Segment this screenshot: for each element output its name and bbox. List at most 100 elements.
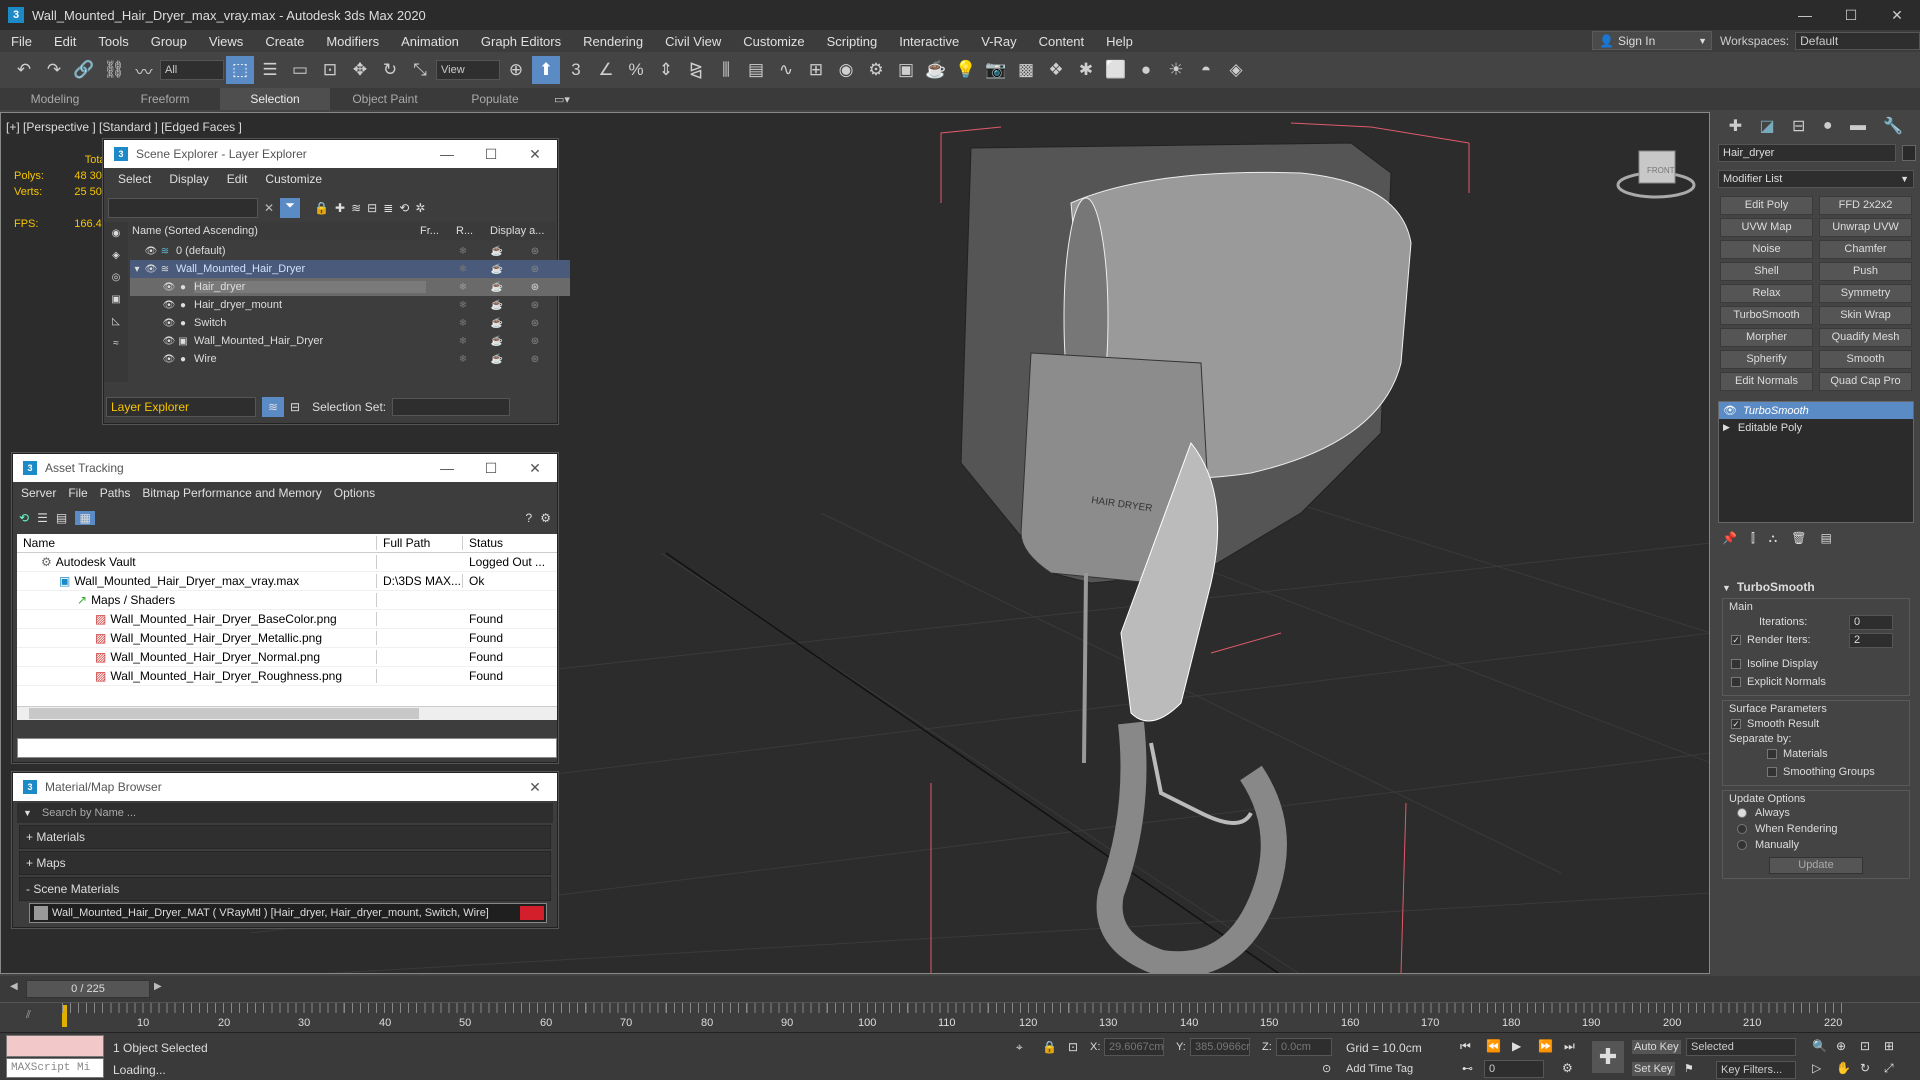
eye-icon[interactable]: 👁 <box>144 262 158 276</box>
zoom-extents-icon[interactable]: ⊡ <box>1860 1039 1870 1053</box>
move-icon[interactable]: ✥ <box>346 56 374 84</box>
tree-row[interactable]: 👁 ▣ Wall_Mounted_Hair_Dryer ❄ ☕ ⊛ <box>130 332 570 350</box>
key-selection-dropdown[interactable]: Selected <box>1686 1038 1796 1056</box>
menu-vray[interactable]: V-Ray <box>970 34 1027 49</box>
display-helpers-icon[interactable]: ◺ <box>109 314 123 328</box>
vray-sphere-icon[interactable]: ● <box>1132 56 1160 84</box>
section-maps[interactable]: + Maps <box>19 851 551 875</box>
asset-tracking-titlebar[interactable]: 3 Asset Tracking — ☐ ✕ <box>13 454 557 482</box>
se-menu-display[interactable]: Display <box>169 172 208 186</box>
zoom-all-icon[interactable]: ⊕ <box>1836 1039 1846 1053</box>
freeze-icon[interactable]: ❄ <box>456 298 470 312</box>
render-frame-icon[interactable]: ▣ <box>892 56 920 84</box>
tree-row[interactable]: 👁 ● Hair_dryer ❄ ☕ ⊛ <box>130 278 570 296</box>
workspaces-dropdown[interactable]: Default <box>1795 31 1920 50</box>
render-setup-icon[interactable]: ⚙ <box>862 56 890 84</box>
at-menu-server[interactable]: Server <box>21 486 56 500</box>
freeze-icon[interactable]: ❄ <box>456 280 470 294</box>
manually-radio[interactable] <box>1737 840 1747 850</box>
bind-space-warp-icon[interactable]: 〰 <box>130 56 158 84</box>
vray-sun-icon[interactable]: ☀ <box>1162 56 1190 84</box>
col-status[interactable]: Status <box>463 536 557 550</box>
ribbon-options-icon[interactable]: ▭▾ <box>550 89 574 109</box>
table-row[interactable]: ▨ Wall_Mounted_Hair_Dryer_BaseColor.png F… <box>17 610 557 629</box>
expand-icon[interactable]: ▶ <box>1723 422 1730 433</box>
menu-views[interactable]: Views <box>198 34 254 49</box>
menu-help[interactable]: Help <box>1095 34 1144 49</box>
modifier-button[interactable]: Spherify <box>1720 350 1813 369</box>
section-scene-materials[interactable]: - Scene Materials <box>19 877 551 901</box>
col-name[interactable]: Name (Sorted Ascending) <box>130 225 420 237</box>
go-to-start-icon[interactable]: ⏮ <box>1460 1039 1471 1054</box>
time-slider[interactable]: 0 / 225 <box>26 980 150 998</box>
align-icon[interactable]: ⫼ <box>712 56 740 84</box>
col-render[interactable]: R... <box>456 225 490 237</box>
display-icon[interactable]: ⊛ <box>528 352 542 366</box>
se-menu-select[interactable]: Select <box>118 172 151 186</box>
render-iters-checkbox[interactable]: ✓ <box>1731 635 1741 645</box>
vray-light-icon[interactable]: 💡 <box>952 56 980 84</box>
search-input[interactable]: Search by Name ... <box>42 807 136 819</box>
y-coordinate-field[interactable]: 385.0966cr <box>1190 1038 1250 1056</box>
isoline-checkbox[interactable] <box>1731 659 1741 669</box>
spinner-snap-icon[interactable]: ⇕ <box>652 56 680 84</box>
configure-sets-icon[interactable]: ▤ <box>1820 531 1831 546</box>
eye-icon[interactable]: 👁 <box>144 244 158 258</box>
menu-content[interactable]: Content <box>1028 34 1096 49</box>
layers-icon[interactable]: ≋ <box>262 397 284 417</box>
tree-row[interactable]: 👁 ● Switch ❄ ☕ ⊛ <box>130 314 570 332</box>
menu-graph-editors[interactable]: Graph Editors <box>470 34 572 49</box>
zoom-icon[interactable]: 🔍 <box>1812 1039 1827 1053</box>
eye-icon[interactable]: 👁 <box>162 298 176 312</box>
pan-icon[interactable]: ✋ <box>1836 1061 1851 1075</box>
viewcube[interactable]: FRONT <box>1616 150 1696 199</box>
rollout-title[interactable]: ▼ TurboSmooth <box>1712 576 1920 598</box>
render-icon[interactable]: ☕ <box>490 262 504 276</box>
curve-editor-toggle-icon[interactable]: ⫽ <box>26 1009 31 1022</box>
freeze-icon[interactable]: ❄ <box>456 244 470 258</box>
col-display[interactable]: Display a... <box>490 225 556 237</box>
display-icon[interactable]: ⊛ <box>528 298 542 312</box>
current-frame-field[interactable]: 0 <box>1484 1060 1544 1078</box>
set-key-button[interactable]: Set Key <box>1632 1062 1675 1076</box>
section-materials[interactable]: + Materials <box>19 825 551 849</box>
pivot-icon[interactable]: ⊕ <box>502 56 530 84</box>
vray-dome-icon[interactable]: ◓ <box>1192 56 1220 84</box>
minimize-button[interactable]: — <box>425 454 469 482</box>
vray-camera-icon[interactable]: 📷 <box>982 56 1010 84</box>
modifier-button[interactable]: Unwrap UVW <box>1819 218 1912 237</box>
explicit-normals-checkbox[interactable] <box>1731 677 1741 687</box>
unlink-icon[interactable]: ⛓ <box>100 56 128 84</box>
hierarchy-icon[interactable]: ⊟ <box>290 400 300 414</box>
zoom-extents-all-icon[interactable]: ⊞ <box>1884 1039 1894 1053</box>
close-button[interactable]: ✕ <box>513 773 557 801</box>
at-menu-file[interactable]: File <box>68 486 87 500</box>
render-icon[interactable]: ☕ <box>490 280 504 294</box>
prev-key-icon[interactable]: ⏪ <box>1486 1039 1501 1053</box>
curve-editor-icon[interactable]: ∿ <box>772 56 800 84</box>
se-menu-customize[interactable]: Customize <box>265 172 322 186</box>
menu-civil-view[interactable]: Civil View <box>654 34 732 49</box>
hierarchy-tab-icon[interactable]: ⊟ <box>1792 116 1805 136</box>
sign-in-button[interactable]: 👤 Sign In ▼ <box>1592 31 1712 50</box>
render-icon[interactable]: ☕ <box>490 352 504 366</box>
display-tab-icon[interactable]: ▬ <box>1850 117 1866 135</box>
display-objects-icon[interactable]: ◉ <box>109 226 123 240</box>
select-object-icon[interactable]: ⬚ <box>226 56 254 84</box>
smooth-result-checkbox[interactable]: ✓ <box>1731 719 1741 729</box>
eye-icon[interactable]: 👁 <box>162 280 176 294</box>
tree-row[interactable]: ▾ 👁 ≋ Wall_Mounted_Hair_Dryer ❄ ☕ ⊛ <box>130 260 570 278</box>
sync-icon[interactable]: ⟲ <box>399 201 409 215</box>
modifier-button[interactable]: Noise <box>1720 240 1813 259</box>
modifier-button[interactable]: FFD 2x2x2 <box>1819 196 1912 215</box>
menu-group[interactable]: Group <box>140 34 198 49</box>
table-row[interactable]: ▨ Wall_Mounted_Hair_Dryer_Roughness.png F… <box>17 667 557 686</box>
vray-toon-icon[interactable]: ◈ <box>1222 56 1250 84</box>
always-radio[interactable] <box>1737 808 1747 818</box>
display-cameras-icon[interactable]: ▣ <box>109 292 123 306</box>
key-filter-icon[interactable]: ⚑ <box>1684 1062 1694 1075</box>
freeze-icon[interactable]: ❄ <box>456 262 470 276</box>
vray-fur-icon[interactable]: ✱ <box>1072 56 1100 84</box>
at-path-field[interactable] <box>17 738 557 758</box>
modifier-button[interactable]: Quadify Mesh <box>1819 328 1912 347</box>
